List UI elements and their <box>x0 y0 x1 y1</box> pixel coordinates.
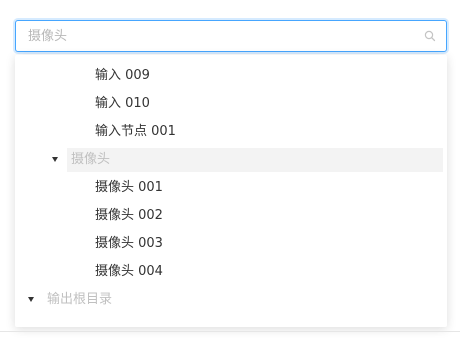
tree-node[interactable]: 摄像头 002 <box>15 202 447 230</box>
tree-node[interactable]: 输入 010 <box>15 90 447 118</box>
tree-node-label: 输入 009 <box>95 68 150 83</box>
tree-folder-camera[interactable]: 摄像头 <box>15 146 447 174</box>
tree-select[interactable] <box>15 20 447 52</box>
tree-node-label: 输入 010 <box>95 96 150 111</box>
tree-node[interactable]: 输入 009 <box>15 62 447 90</box>
tree-node[interactable]: 摄像头 004 <box>15 258 447 286</box>
tree-dropdown: 输入 009 输入 010 输入节点 001 摄像头 摄像头 001 摄像头 0… <box>15 55 447 327</box>
tree-folder-label: 摄像头 <box>71 152 111 167</box>
tree-node-label: 摄像头 002 <box>95 208 163 223</box>
tree-node-label: 摄像头 003 <box>95 236 163 251</box>
search-input[interactable] <box>28 21 408 51</box>
search-icon[interactable] <box>423 29 437 43</box>
tree-node-highlight <box>67 148 443 172</box>
caret-down-icon[interactable] <box>28 297 34 302</box>
tree-node-label: 输入节点 001 <box>95 124 176 139</box>
page: 输入 009 输入 010 输入节点 001 摄像头 摄像头 001 摄像头 0… <box>0 0 460 341</box>
divider <box>0 331 460 332</box>
tree-folder-label: 输出根目录 <box>47 292 113 307</box>
tree-node[interactable]: 摄像头 001 <box>15 174 447 202</box>
caret-down-icon[interactable] <box>52 157 58 162</box>
tree-folder-output-root[interactable]: 输出根目录 <box>15 286 447 314</box>
tree-node[interactable]: 摄像头 003 <box>15 230 447 258</box>
tree-node[interactable]: 输入节点 001 <box>15 118 447 146</box>
tree-node-label: 摄像头 001 <box>95 180 163 195</box>
tree-node-label: 摄像头 004 <box>95 264 163 279</box>
